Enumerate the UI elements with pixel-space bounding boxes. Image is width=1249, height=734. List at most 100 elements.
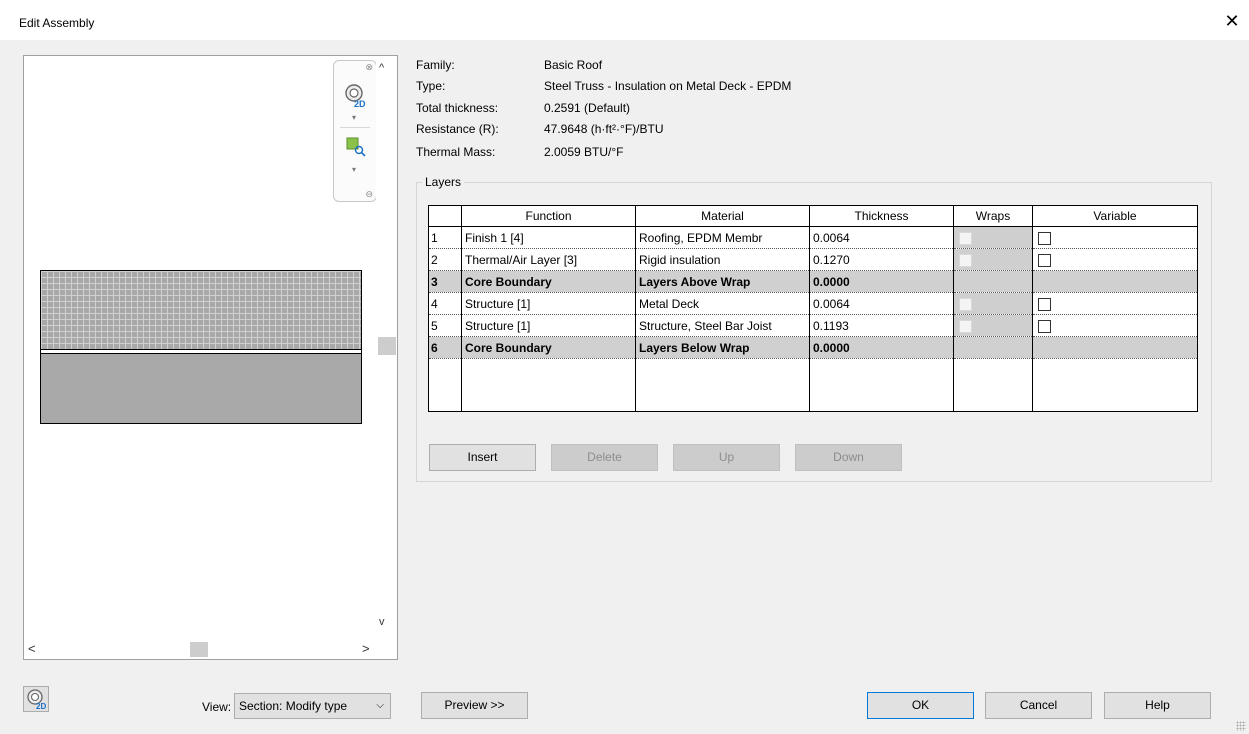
variable-checkbox[interactable]	[1038, 319, 1051, 333]
empty-cell	[428, 358, 462, 412]
thickness-cell[interactable]: 0.0064	[809, 226, 954, 249]
variable-cell[interactable]	[1032, 314, 1198, 337]
row-number[interactable]: 6	[428, 336, 462, 359]
thickness-cell[interactable]: 0.1270	[809, 248, 954, 271]
table-row[interactable]: 4 Structure [1] Metal Deck 0.0064	[428, 292, 1198, 315]
down-button[interactable]: Down	[795, 444, 902, 471]
function-cell[interactable]: Structure [1]	[461, 314, 636, 337]
thermal-mass-value: 2.0059 BTU/°F	[544, 145, 624, 159]
horizontal-scroll-thumb[interactable]	[190, 642, 208, 657]
table-row-core-boundary[interactable]: 6 Core Boundary Layers Below Wrap 0.0000	[428, 336, 1198, 359]
roof-layers-above-hatch	[40, 270, 362, 349]
view-select[interactable]: Section: Modify type ⌵	[234, 693, 391, 719]
col-header-material[interactable]: Material	[635, 205, 810, 227]
roof-structure-section	[40, 354, 362, 424]
function-cell[interactable]: Core Boundary	[461, 336, 636, 359]
thickness-cell[interactable]: 0.0064	[809, 292, 954, 315]
col-header-variable[interactable]: Variable	[1032, 205, 1198, 227]
preview-pane[interactable]: ⊗ 2D ▾ ▾ ⊖ ^ v < >	[23, 55, 398, 660]
layers-caption: Layers	[422, 175, 465, 189]
total-thickness-label: Total thickness:	[416, 101, 499, 115]
col-header-function[interactable]: Function	[461, 205, 636, 227]
steering-wheel-2d-icon[interactable]: 2D	[23, 686, 49, 712]
row-number[interactable]: 2	[428, 248, 462, 271]
empty-cell	[809, 358, 954, 412]
row-number[interactable]: 5	[428, 314, 462, 337]
col-header-num	[428, 205, 462, 227]
variable-cell[interactable]	[1032, 292, 1198, 315]
material-cell[interactable]: Metal Deck	[635, 292, 810, 315]
variable-cell[interactable]	[1032, 226, 1198, 249]
material-cell[interactable]: Roofing, EPDM Membr	[635, 226, 810, 249]
wheel-dropdown-icon[interactable]: ▾	[352, 113, 356, 122]
thickness-cell[interactable]: 0.0000	[809, 336, 954, 359]
resistance-label: Resistance (R):	[416, 122, 499, 136]
table-row[interactable]: 1 Finish 1 [4] Roofing, EPDM Membr 0.006…	[428, 226, 1198, 249]
row-number[interactable]: 3	[428, 270, 462, 293]
family-label: Family:	[416, 58, 455, 72]
table-row[interactable]: 5 Structure [1] Structure, Steel Bar Joi…	[428, 314, 1198, 337]
function-cell[interactable]: Core Boundary	[461, 270, 636, 293]
empty-row	[428, 358, 1198, 412]
type-value: Steel Truss - Insulation on Metal Deck -…	[544, 79, 792, 93]
cancel-button[interactable]: Cancel	[985, 692, 1092, 719]
close-icon[interactable]: ✕	[1222, 11, 1242, 31]
col-header-wraps[interactable]: Wraps	[953, 205, 1033, 227]
function-cell[interactable]: Finish 1 [4]	[461, 226, 636, 249]
total-thickness-value: 0.2591 (Default)	[544, 101, 631, 115]
scroll-left-icon[interactable]: <	[28, 641, 36, 656]
wraps-cell	[953, 292, 1033, 315]
insert-button[interactable]: Insert	[429, 444, 536, 471]
zoom-region-icon[interactable]	[346, 137, 366, 160]
wraps-checkbox	[959, 319, 972, 333]
row-number[interactable]: 4	[428, 292, 462, 315]
window-title: Edit Assembly	[19, 16, 95, 30]
ok-button[interactable]: OK	[867, 692, 974, 719]
scroll-up-icon[interactable]: ^	[379, 62, 384, 74]
wraps-checkbox	[959, 231, 972, 245]
title-bar: Edit Assembly ✕	[0, 0, 1249, 40]
nav-bar-separator	[340, 127, 370, 128]
thickness-cell[interactable]: 0.0000	[809, 270, 954, 293]
variable-cell	[1032, 336, 1198, 359]
function-cell[interactable]: Structure [1]	[461, 292, 636, 315]
scroll-down-icon[interactable]: v	[379, 616, 385, 628]
variable-checkbox[interactable]	[1038, 253, 1051, 267]
steering-wheel-2d-icon[interactable]: 2D	[344, 83, 368, 114]
material-cell[interactable]: Layers Below Wrap	[635, 336, 810, 359]
variable-checkbox[interactable]	[1038, 231, 1051, 245]
table-row-core-boundary[interactable]: 3 Core Boundary Layers Above Wrap 0.0000	[428, 270, 1198, 293]
delete-button[interactable]: Delete	[551, 444, 658, 471]
variable-checkbox[interactable]	[1038, 297, 1051, 311]
preview-button[interactable]: Preview >>	[421, 692, 528, 719]
layers-table[interactable]: Function Material Thickness Wraps Variab…	[428, 205, 1198, 412]
view-select-value: Section: Modify type	[239, 699, 348, 713]
resistance-value: 47.9648 (h·ft²·°F)/BTU	[544, 122, 664, 136]
material-cell[interactable]: Structure, Steel Bar Joist	[635, 314, 810, 337]
col-header-thickness[interactable]: Thickness	[809, 205, 954, 227]
thickness-cell[interactable]: 0.1193	[809, 314, 954, 337]
vertical-scroll-thumb[interactable]	[378, 337, 396, 355]
layers-header-row: Function Material Thickness Wraps Variab…	[428, 205, 1198, 227]
wraps-cell	[953, 248, 1033, 271]
wraps-cell	[953, 336, 1033, 359]
table-row[interactable]: 2 Thermal/Air Layer [3] Rigid insulation…	[428, 248, 1198, 271]
empty-cell	[953, 358, 1033, 412]
material-cell[interactable]: Rigid insulation	[635, 248, 810, 271]
variable-cell[interactable]	[1032, 248, 1198, 271]
nav-bar-options-icon[interactable]: ⊖	[365, 189, 373, 200]
function-cell[interactable]: Thermal/Air Layer [3]	[461, 248, 636, 271]
horizontal-scrollbar[interactable]: < >	[24, 640, 397, 659]
up-button[interactable]: Up	[673, 444, 780, 471]
chevron-down-icon: ⌵	[376, 700, 384, 711]
row-number[interactable]: 1	[428, 226, 462, 249]
navigation-bar: ⊗ 2D ▾ ▾ ⊖	[333, 60, 377, 202]
nav-bar-close-icon[interactable]: ⊗	[365, 62, 373, 73]
help-button[interactable]: Help	[1104, 692, 1211, 719]
scroll-right-icon[interactable]: >	[362, 641, 370, 656]
vertical-scrollbar[interactable]: ^ v	[376, 56, 397, 640]
resize-grip-icon[interactable]	[1236, 721, 1246, 731]
material-cell[interactable]: Layers Above Wrap	[635, 270, 810, 293]
zoom-dropdown-icon[interactable]: ▾	[352, 165, 356, 174]
empty-cell	[1032, 358, 1198, 412]
